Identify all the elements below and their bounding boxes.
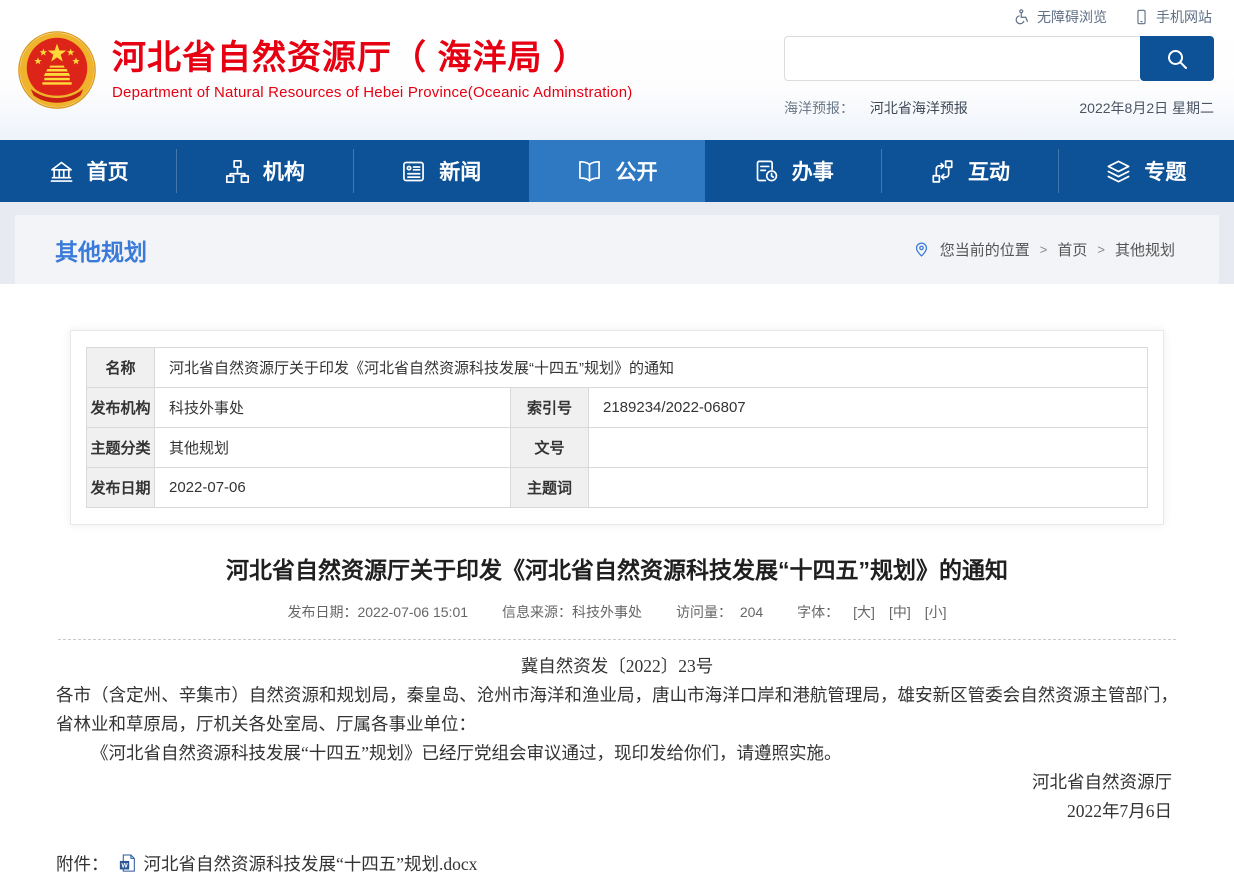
- breadcrumb-home[interactable]: 首页: [1057, 239, 1087, 260]
- nav-label: 新闻: [439, 156, 481, 186]
- article-paragraph: 《河北省自然资源科技发展“十四五”规划》已经厅党组会审议通过，现印发给你们，请遵…: [56, 739, 1178, 768]
- nav-label: 互动: [968, 156, 1010, 186]
- table-row: 主题分类 其他规划 文号: [87, 428, 1148, 468]
- forecast-label: 海洋预报：: [784, 100, 854, 116]
- accessibility-link[interactable]: 无障碍浏览: [1013, 7, 1107, 27]
- font-size-label: 字体：: [797, 602, 839, 622]
- field-value-index: 2189234/2022-06807: [589, 388, 1148, 428]
- attachment-label: 附件：: [56, 851, 109, 876]
- field-label-docnum: 文号: [511, 428, 589, 468]
- breadcrumb-separator: >: [1097, 242, 1105, 257]
- attachment-link[interactable]: 河北省自然资源科技发展“十四五”规划.docx: [144, 851, 478, 876]
- document-info-box: 名称 河北省自然资源厅关于印发《河北省自然资源科技发展“十四五”规划》的通知 发…: [70, 330, 1164, 525]
- nav-item-org[interactable]: 机构: [176, 140, 352, 202]
- layers-icon: [1105, 158, 1132, 185]
- accessibility-label: 无障碍浏览: [1037, 7, 1107, 27]
- page-title: 其他规划: [55, 233, 147, 267]
- field-label-name: 名称: [87, 348, 155, 388]
- search-icon: [1165, 47, 1189, 71]
- current-date: 2022年8月2日 星期二: [1079, 98, 1214, 118]
- meta-publish-date: 发布日期：2022-07-06 15:01: [287, 602, 468, 622]
- breadcrumb-band: 其他规划 您当前的位置 > 首页 > 其他规划: [0, 202, 1234, 284]
- field-value-agency: 科技外事处: [155, 388, 511, 428]
- search-area: 海洋预报： 河北省海洋预报 2022年8月2日 星期二: [784, 36, 1214, 118]
- primary-nav: 首页 机构 新闻 公开 办事 互: [0, 140, 1234, 202]
- table-row: 发布机构 科技外事处 索引号 2189234/2022-06807: [87, 388, 1148, 428]
- field-value-keywords: [589, 468, 1148, 508]
- top-utility-bar: 无障碍浏览 手机网站: [0, 0, 1234, 28]
- nav-label: 专题: [1144, 156, 1186, 186]
- field-value-pubdate: 2022-07-06: [155, 468, 511, 508]
- article-title: 河北省自然资源厅关于印发《河北省自然资源科技发展“十四五”规划》的通知: [70, 551, 1164, 585]
- cycle-icon: [929, 158, 956, 185]
- svg-text:W: W: [121, 863, 128, 870]
- field-value-docnum: [589, 428, 1148, 468]
- field-label-pubdate: 发布日期: [87, 468, 155, 508]
- attachment-row: 附件： W 河北省自然资源科技发展“十四五”规划.docx: [56, 851, 1178, 876]
- search-button[interactable]: [1140, 36, 1214, 81]
- doc-clock-icon: [753, 158, 780, 185]
- meta-visits: 访问量： 204: [676, 602, 763, 622]
- field-value-category: 其他规划: [155, 428, 511, 468]
- forecast-row: 海洋预报： 河北省海洋预报: [784, 98, 968, 118]
- article-paragraph: 各市（含定州、辛集市）自然资源和规划局，秦皇岛、沧州市海洋和渔业局，唐山市海洋口…: [56, 681, 1178, 739]
- nav-item-topics[interactable]: 专题: [1058, 140, 1234, 202]
- nav-label: 机构: [263, 156, 305, 186]
- signature-agency: 河北省自然资源厅: [56, 768, 1178, 797]
- font-size-medium-button[interactable]: [中]: [889, 602, 911, 622]
- breadcrumb-current[interactable]: 其他规划: [1115, 239, 1175, 260]
- table-row: 名称 河北省自然资源厅关于印发《河北省自然资源科技发展“十四五”规划》的通知: [87, 348, 1148, 388]
- breadcrumb-separator: >: [1040, 242, 1048, 257]
- nav-item-interaction[interactable]: 互动: [881, 140, 1057, 202]
- article-body: 冀自然资发〔2022〕23号 各市（含定州、辛集市）自然资源和规划局，秦皇岛、沧…: [56, 652, 1178, 826]
- brand-text: 河北省自然资源厅（ 海洋局 ） Department of Natural Re…: [112, 30, 632, 101]
- field-label-category: 主题分类: [87, 428, 155, 468]
- field-label-agency: 发布机构: [87, 388, 155, 428]
- nav-item-home[interactable]: 首页: [0, 140, 176, 202]
- breadcrumb: 您当前的位置 > 首页 > 其他规划: [913, 239, 1175, 260]
- font-size-large-button[interactable]: [大]: [853, 602, 875, 622]
- official-doc-number: 冀自然资发〔2022〕23号: [56, 652, 1178, 681]
- org-icon: [224, 158, 251, 185]
- location-pin-icon: [913, 241, 930, 258]
- meta-source: 信息来源：科技外事处: [502, 602, 642, 622]
- search-input[interactable]: [784, 36, 1140, 81]
- news-icon: [400, 158, 427, 185]
- wheelchair-icon: [1013, 8, 1031, 26]
- mobile-site-label: 手机网站: [1156, 7, 1212, 27]
- site-header: 河北省自然资源厅（ 海洋局 ） Department of Natural Re…: [0, 28, 1234, 140]
- signature-date: 2022年7月6日: [56, 797, 1178, 826]
- font-size-controls: 字体： [大] [中] [小]: [797, 602, 946, 622]
- field-value-name: 河北省自然资源厅关于印发《河北省自然资源科技发展“十四五”规划》的通知: [155, 348, 1148, 388]
- site-subtitle: Department of Natural Resources of Hebei…: [112, 84, 632, 101]
- divider: [58, 639, 1176, 640]
- nav-item-news[interactable]: 新闻: [353, 140, 529, 202]
- site-title: 河北省自然资源厅（ 海洋局 ）: [112, 36, 632, 82]
- font-size-small-button[interactable]: [小]: [925, 602, 947, 622]
- forecast-link[interactable]: 河北省海洋预报: [870, 100, 968, 116]
- nav-label: 首页: [87, 156, 129, 186]
- nav-label: 办事: [792, 156, 834, 186]
- breadcrumb-label: 您当前的位置: [940, 239, 1030, 260]
- field-label-keywords: 主题词: [511, 468, 589, 508]
- main-content: 名称 河北省自然资源厅关于印发《河北省自然资源科技发展“十四五”规划》的通知 发…: [0, 330, 1234, 889]
- nav-label: 公开: [615, 156, 657, 186]
- home-icon: [48, 158, 75, 185]
- national-emblem-logo[interactable]: [16, 30, 98, 112]
- brand: 河北省自然资源厅（ 海洋局 ） Department of Natural Re…: [16, 30, 632, 112]
- field-label-index: 索引号: [511, 388, 589, 428]
- breadcrumb-panel: 其他规划 您当前的位置 > 首页 > 其他规划: [15, 215, 1219, 284]
- nav-item-public[interactable]: 公开: [529, 140, 705, 202]
- meta-visits-count: 204: [740, 604, 763, 620]
- document-info-table: 名称 河北省自然资源厅关于印发《河北省自然资源科技发展“十四五”规划》的通知 发…: [86, 347, 1148, 508]
- meta-visits-label: 访问量：: [676, 604, 732, 620]
- phone-icon: [1133, 8, 1150, 26]
- nav-item-services[interactable]: 办事: [705, 140, 881, 202]
- word-doc-icon: W: [119, 854, 136, 873]
- mobile-site-link[interactable]: 手机网站: [1133, 7, 1212, 27]
- article-meta: 发布日期：2022-07-06 15:01 信息来源：科技外事处 访问量： 20…: [0, 602, 1234, 622]
- book-icon: [576, 158, 603, 185]
- table-row: 发布日期 2022-07-06 主题词: [87, 468, 1148, 508]
